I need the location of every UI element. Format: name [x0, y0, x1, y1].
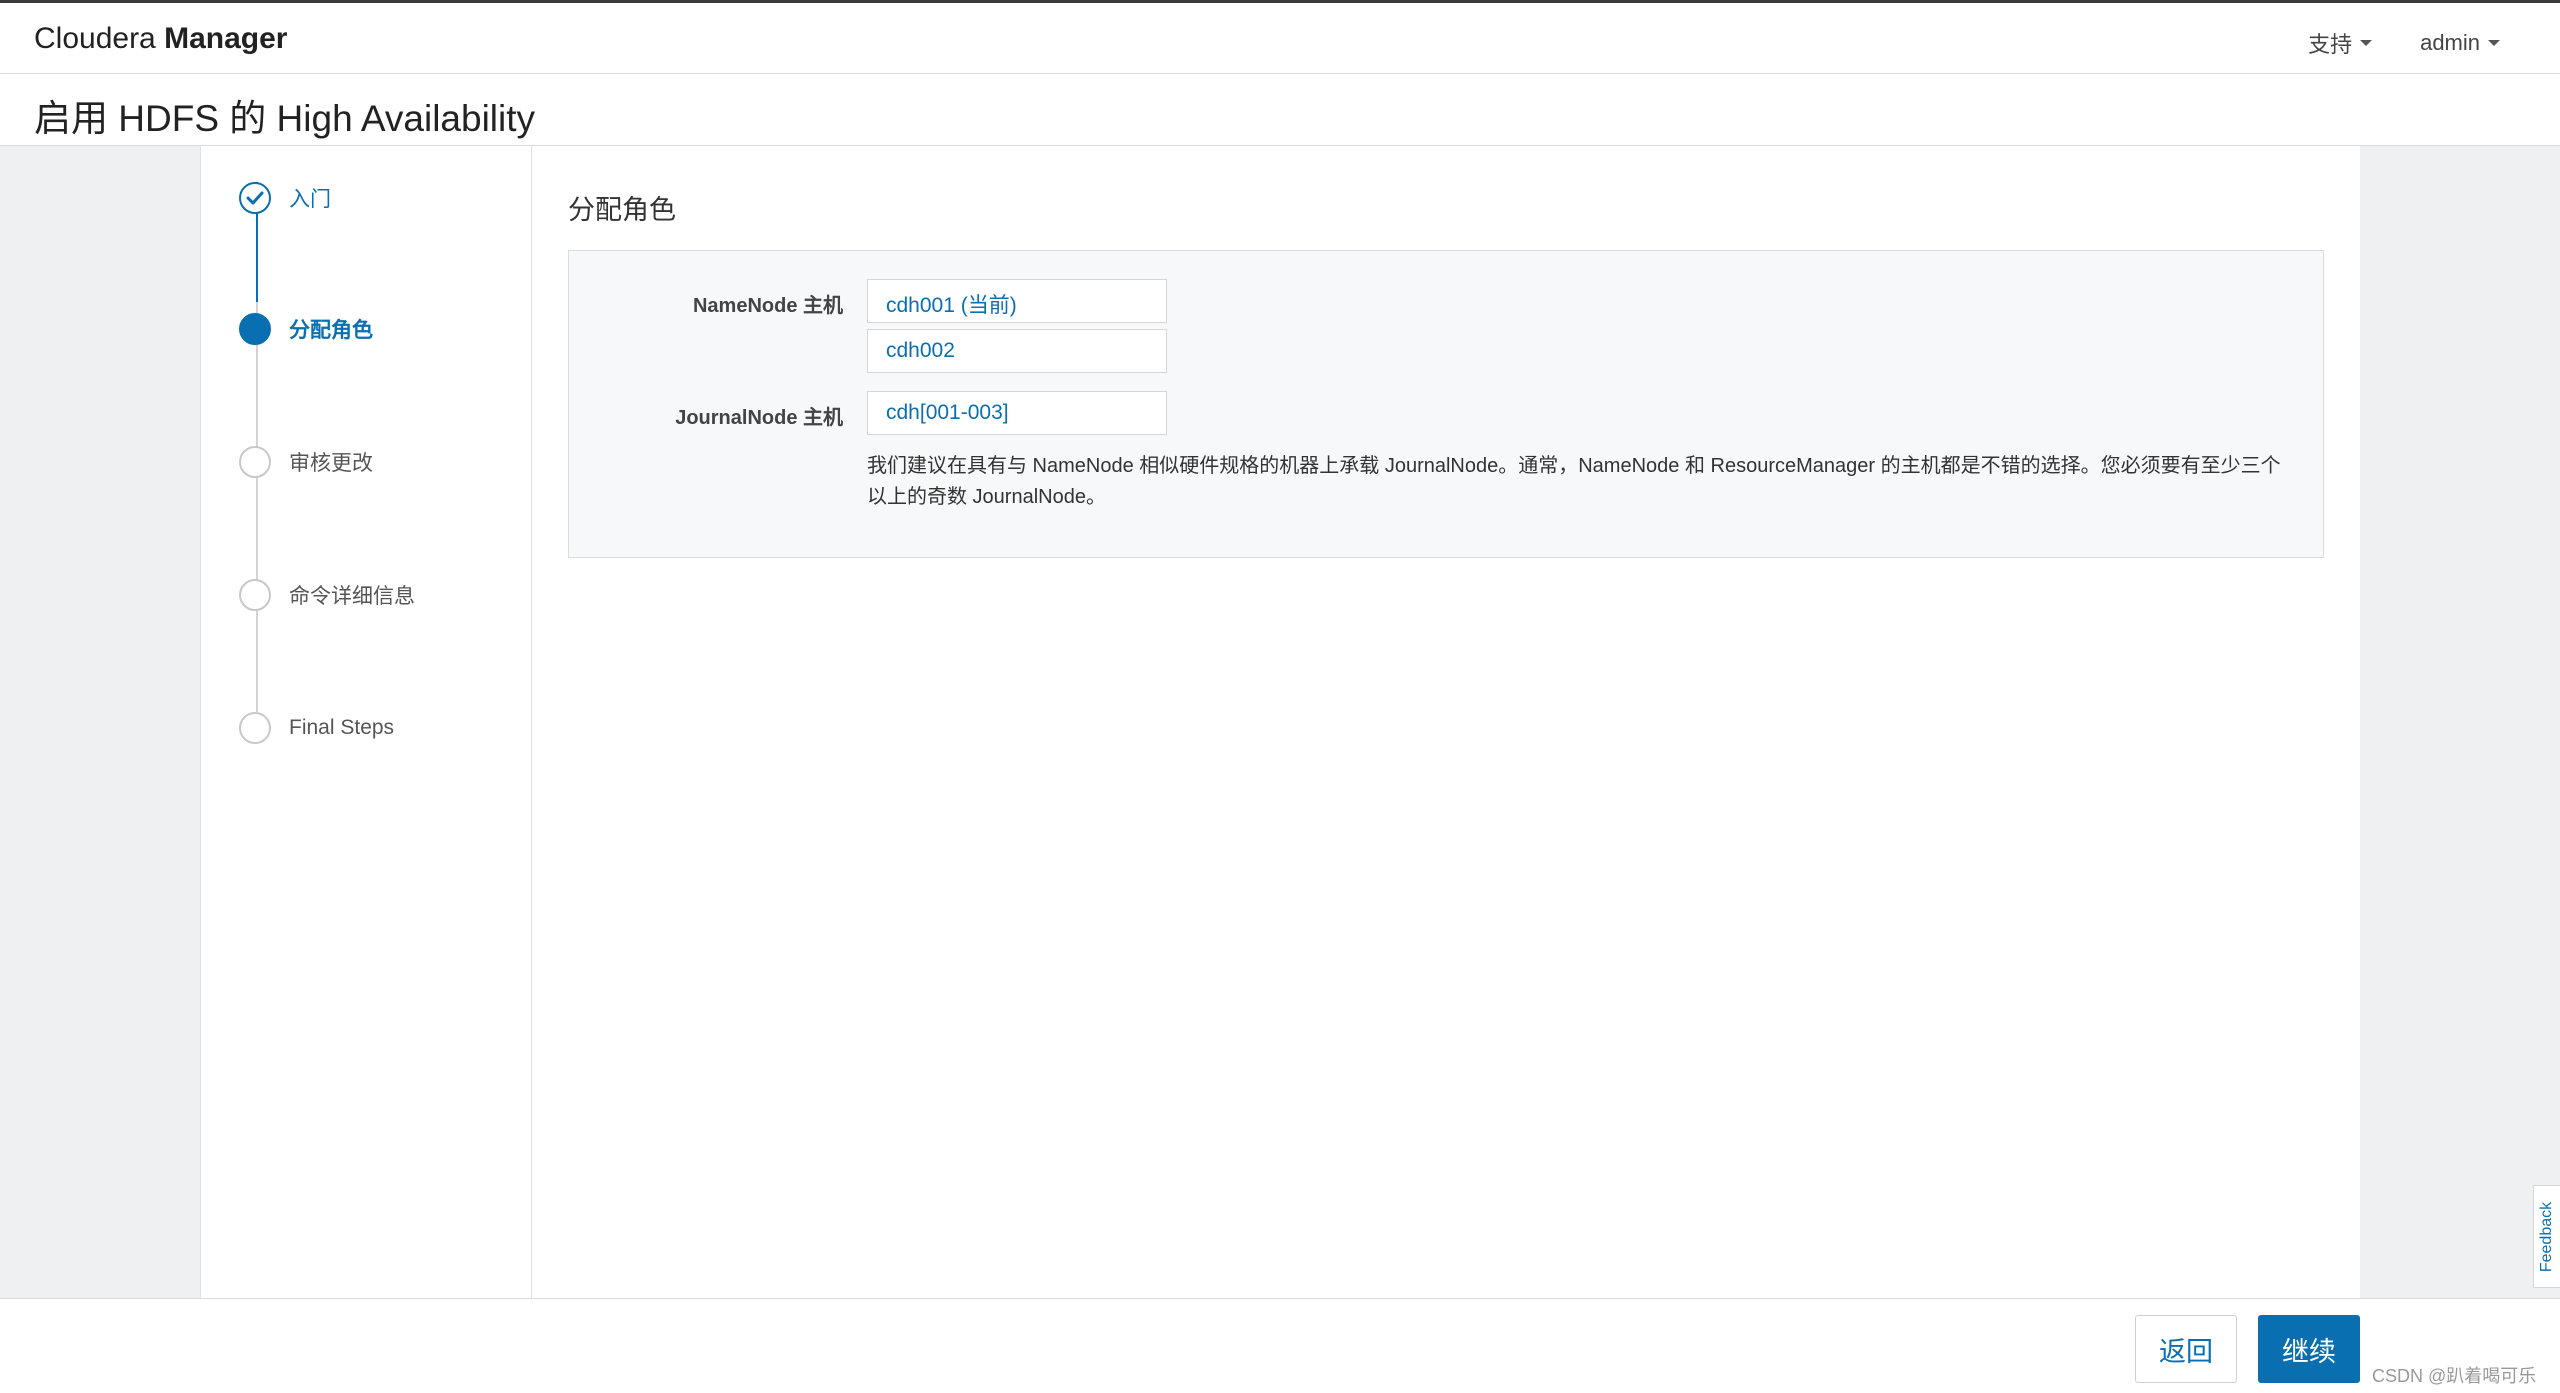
step-label: 命令详细信息 [289, 585, 415, 608]
section-title: 分配角色 [568, 195, 676, 225]
chevron-down-icon [2360, 40, 2373, 46]
support-menu[interactable]: 支持 [2308, 27, 2373, 59]
step-label: 审核更改 [289, 452, 373, 475]
feedback-label: Feedback [2538, 1201, 2556, 1272]
journalnode-help-text: 我们建议在具有与 NameNode 相似硬件规格的机器上承载 JournalNo… [867, 455, 2281, 508]
namenode-host-secondary[interactable]: cdh002 [867, 329, 1167, 373]
support-menu-label: 支持 [2308, 32, 2353, 57]
checkmark-icon [246, 191, 264, 205]
step-pending-indicator [239, 712, 271, 744]
journalnode-hosts-field[interactable]: cdh[001-003] [867, 391, 1167, 435]
wizard-container: 入门 分配角色 审核更改 命令详细信息 Final Steps 分配角色 Nam… [200, 146, 2360, 1298]
feedback-tab[interactable]: Feedback [2533, 1185, 2560, 1288]
journalnode-hosts-label: JournalNode 主机 [675, 407, 843, 429]
wizard-steps-sidebar: 入门 分配角色 审核更改 命令详细信息 Final Steps [200, 146, 532, 1298]
content-area: 入门 分配角色 审核更改 命令详细信息 Final Steps 分配角色 Nam… [0, 146, 2560, 1298]
step-pending-indicator [239, 579, 271, 611]
step-label: 入门 [289, 188, 331, 211]
top-navbar: Cloudera Manager 支持 admin [0, 3, 2560, 74]
step-intro[interactable]: 入门 [239, 182, 331, 214]
brand-text-bold: Manager [164, 22, 288, 55]
step-pending-indicator [239, 446, 271, 478]
step-review-changes[interactable]: 审核更改 [239, 446, 373, 478]
app-logo[interactable]: Cloudera Manager [34, 22, 287, 56]
step-assign-roles[interactable]: 分配角色 [239, 313, 373, 345]
watermark: CSDN @趴着喝可乐 [2372, 1366, 2537, 1386]
role-assignment-panel: NameNode 主机 cdh001 (当前) cdh002 JournalNo… [568, 250, 2324, 558]
wizard-footer: 返回 继续 [0, 1298, 2560, 1393]
step-label: 分配角色 [289, 319, 373, 342]
user-menu[interactable]: admin [2420, 27, 2500, 59]
page-title: 启用 HDFS 的 High Availability [34, 98, 536, 139]
continue-button[interactable]: 继续 [2258, 1315, 2360, 1383]
step-label: Final Steps [289, 716, 395, 739]
back-button[interactable]: 返回 [2135, 1315, 2237, 1383]
step-final-steps[interactable]: Final Steps [239, 712, 394, 744]
navbar-right-menus: 支持 admin [2308, 27, 2500, 59]
step-done-indicator [239, 182, 271, 214]
namenode-hosts-label: NameNode 主机 [692, 295, 843, 317]
step-command-details[interactable]: 命令详细信息 [239, 579, 415, 611]
namenode-host-primary[interactable]: cdh001 (当前) [867, 279, 1167, 323]
step-active-indicator [239, 313, 271, 345]
page-header: 启用 HDFS 的 High Availability [0, 74, 2560, 146]
chevron-down-icon [2488, 40, 2500, 46]
user-menu-label: admin [2420, 30, 2480, 55]
brand-text-light: Cloudera [34, 22, 156, 55]
